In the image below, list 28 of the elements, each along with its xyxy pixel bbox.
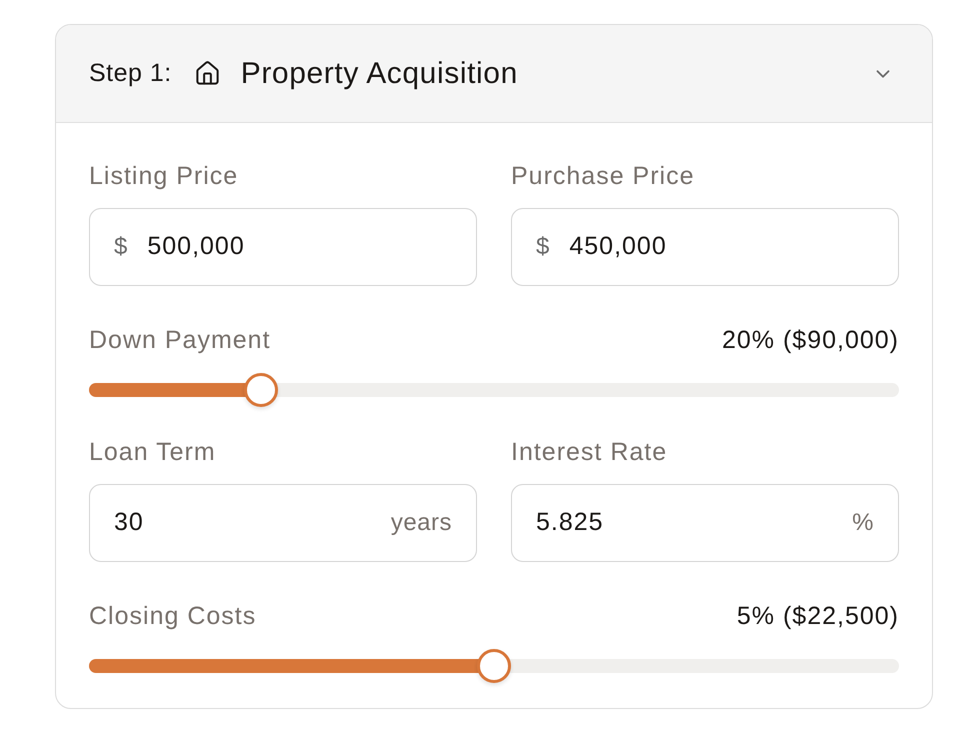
field-label: Purchase Price (511, 161, 695, 192)
field-value: 5.825 (536, 507, 604, 538)
slider-thumb[interactable] (244, 373, 278, 407)
field-label: Loan Term (89, 437, 216, 468)
unit-suffix: % (852, 508, 874, 538)
field-value: 500,000 (147, 231, 245, 262)
slider-value: 20% ($90,000) (722, 325, 899, 356)
slider-thumb[interactable] (477, 649, 511, 683)
slider-value: 5% ($22,500) (736, 601, 899, 632)
text-field[interactable]: 30 years (89, 484, 477, 562)
text-field[interactable]: $ 450,000 (511, 208, 899, 286)
field-label: Interest Rate (511, 437, 668, 468)
slider-track[interactable] (89, 649, 899, 683)
section-header[interactable]: Step 1: Property Acquisition (56, 25, 932, 123)
text-field[interactable]: $ 500,000 (89, 208, 477, 286)
slider-label: Closing Costs (89, 601, 256, 632)
slider-label: Down Payment (89, 325, 271, 356)
house-icon (194, 60, 221, 87)
step-label: Step 1: (89, 58, 172, 89)
text-field[interactable]: 5.825 % (511, 484, 899, 562)
unit-suffix: years (390, 508, 452, 538)
field-value: 450,000 (569, 231, 667, 262)
currency-prefix: $ (536, 232, 550, 262)
slider-track[interactable] (89, 373, 899, 407)
field-value: 30 (114, 507, 144, 538)
currency-prefix: $ (114, 232, 128, 262)
field-label: Listing Price (89, 161, 238, 192)
section-title: Property Acquisition (240, 56, 518, 92)
